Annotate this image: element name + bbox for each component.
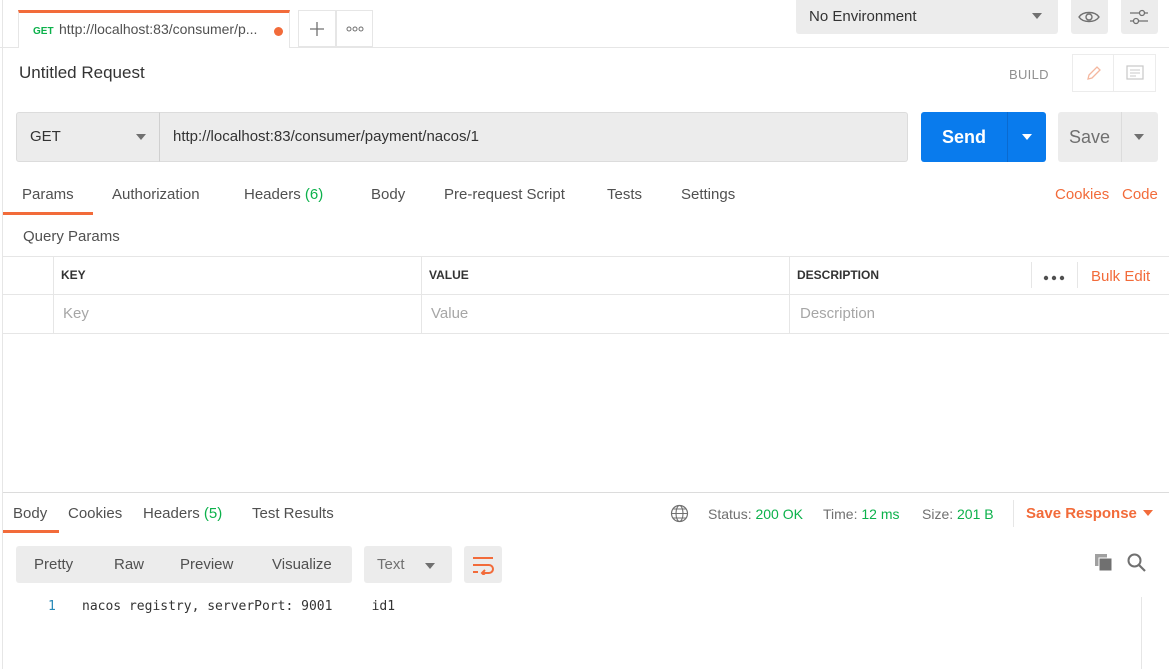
table-col-divider — [789, 256, 790, 334]
chevron-down-icon — [136, 134, 146, 140]
time-value: 12 ms — [861, 506, 900, 522]
time-indicator[interactable]: Time: 12 ms — [823, 506, 900, 522]
chevron-down-icon — [1134, 134, 1144, 140]
raw-button[interactable]: Raw — [114, 556, 144, 573]
tab-headers-label: Headers — [244, 186, 301, 203]
size-label: Size: — [922, 506, 954, 522]
search-icon[interactable] — [1127, 553, 1146, 572]
column-header-key: KEY — [61, 268, 86, 282]
status-value: 200 OK — [755, 506, 803, 522]
column-options-button[interactable] — [1043, 268, 1065, 284]
comment-icon — [1126, 65, 1144, 80]
method-label: GET — [30, 128, 61, 145]
response-tab-cookies[interactable]: Cookies — [68, 505, 122, 522]
active-tab-indicator — [3, 530, 59, 533]
size-indicator[interactable]: Size: 201 B — [922, 506, 994, 522]
save-button[interactable]: Save — [1058, 112, 1121, 162]
environment-label: No Environment — [809, 8, 917, 25]
size-value: 201 B — [957, 506, 994, 522]
environment-quick-look-button[interactable] — [1071, 0, 1108, 34]
tab-method: GET — [33, 26, 54, 37]
eye-icon — [1078, 11, 1100, 23]
save-options-button[interactable] — [1121, 112, 1158, 162]
tab-params[interactable]: Params — [22, 186, 74, 203]
code-link[interactable]: Code — [1122, 186, 1158, 203]
visualize-button[interactable]: Visualize — [272, 556, 332, 573]
pretty-button[interactable]: Pretty — [34, 556, 73, 573]
comments-button[interactable] — [1114, 54, 1156, 92]
method-select[interactable]: GET — [16, 112, 160, 162]
request-title[interactable]: Untitled Request — [19, 63, 145, 83]
tab-headers[interactable]: Headers (6) — [244, 186, 323, 203]
url-text: http://localhost:83/consumer/payment/nac… — [173, 128, 480, 145]
build-mode-label: BUILD — [1009, 67, 1049, 82]
query-params-label: Query Params — [23, 228, 120, 245]
table-col-divider — [1077, 262, 1078, 288]
line-number: 1 — [48, 599, 56, 614]
status-label: Status: — [708, 506, 752, 522]
preview-button[interactable]: Preview — [180, 556, 233, 573]
new-tab-button[interactable] — [298, 10, 336, 47]
ellipsis-icon — [1043, 275, 1065, 281]
column-header-value: VALUE — [429, 268, 469, 282]
send-button[interactable]: Send — [921, 112, 1007, 162]
response-line: nacos registry, serverPort: 9001 id1 — [82, 599, 396, 614]
table-header-border — [3, 294, 1169, 295]
scrollbar[interactable] — [1141, 597, 1142, 669]
unsaved-dot-icon — [274, 27, 283, 36]
response-tab-headers[interactable]: Headers (5) — [143, 505, 222, 522]
table-col-divider — [421, 256, 422, 334]
response-tab-body[interactable]: Body — [13, 505, 47, 522]
value-input[interactable]: Value — [431, 305, 468, 322]
chevron-down-icon — [1032, 13, 1042, 19]
tab-settings[interactable]: Settings — [681, 186, 735, 203]
pencil-icon — [1087, 66, 1101, 80]
table-border-top — [3, 256, 1169, 257]
chevron-down-icon — [1022, 134, 1032, 140]
chevron-down-icon — [425, 563, 435, 569]
chevron-down-icon[interactable] — [1143, 510, 1153, 516]
globe-icon[interactable] — [670, 504, 689, 523]
description-input[interactable]: Description — [800, 305, 875, 322]
key-input[interactable]: Key — [63, 305, 89, 322]
divider — [1013, 500, 1014, 527]
tab-tests[interactable]: Tests — [607, 186, 642, 203]
active-tab-indicator — [3, 212, 93, 215]
ellipsis-icon — [346, 26, 363, 32]
table-border-bottom — [3, 333, 1169, 334]
response-tab-headers-count: (5) — [203, 505, 223, 522]
url-input[interactable]: http://localhost:83/consumer/payment/nac… — [159, 112, 908, 162]
column-header-description: DESCRIPTION — [797, 268, 880, 282]
plus-icon — [310, 22, 324, 36]
request-tab[interactable]: GET http://localhost:83/consumer/p... — [18, 10, 290, 48]
status-indicator[interactable]: Status: 200 OK — [708, 506, 803, 522]
send-options-button[interactable] — [1007, 112, 1046, 162]
environment-select[interactable]: No Environment — [796, 0, 1058, 34]
cookies-link[interactable]: Cookies — [1055, 186, 1109, 203]
format-label: Text — [377, 556, 405, 573]
response-tab-headers-label: Headers — [143, 505, 200, 522]
save-response-button[interactable]: Save Response — [1026, 505, 1137, 522]
tab-authorization[interactable]: Authorization — [112, 186, 200, 203]
left-border — [2, 0, 3, 669]
manage-environments-button[interactable] — [1121, 0, 1158, 34]
copy-icon[interactable] — [1094, 553, 1113, 572]
tab-headers-count: (6) — [304, 186, 324, 203]
pane-divider[interactable] — [3, 492, 1169, 493]
response-view-group: Pretty Raw Preview Visualize — [16, 546, 352, 583]
table-col-divider — [1031, 262, 1032, 288]
tab-prerequest-script[interactable]: Pre-request Script — [444, 186, 565, 203]
sliders-icon — [1130, 9, 1148, 25]
wrap-lines-icon — [473, 557, 494, 575]
more-tabs-button[interactable] — [336, 10, 373, 47]
response-tab-test-results[interactable]: Test Results — [252, 505, 334, 522]
time-label: Time: — [823, 506, 858, 522]
table-col-divider — [53, 256, 54, 334]
tab-url: http://localhost:83/consumer/p... — [59, 21, 258, 37]
bulk-edit-link[interactable]: Bulk Edit — [1091, 268, 1150, 285]
wrap-lines-button[interactable] — [464, 546, 502, 583]
format-select[interactable]: Text — [364, 546, 452, 583]
edit-button[interactable] — [1072, 54, 1114, 92]
tab-body[interactable]: Body — [371, 186, 405, 203]
